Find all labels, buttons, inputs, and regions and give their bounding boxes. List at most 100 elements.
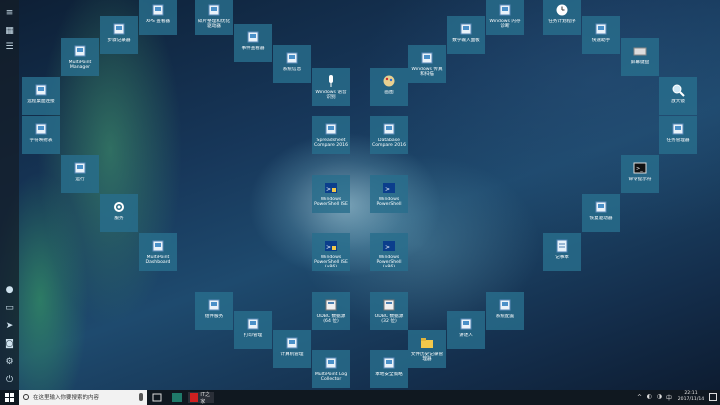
documents-icon[interactable]: ▭: [4, 303, 15, 314]
tile-label: 组件服务: [204, 314, 224, 319]
keyboard-icon: [633, 44, 647, 58]
print-management-icon: [246, 317, 260, 331]
power-icon[interactable]: ⏻: [4, 375, 15, 386]
tile-xps[interactable]: XPS 查看器: [139, 0, 177, 35]
tile-ps86[interactable]: > Windows PowerShell (x86): [370, 233, 408, 271]
hamburger-icon[interactable]: ≡: [4, 8, 15, 19]
tile-label: Windows PowerShell ISE: [314, 197, 348, 208]
photos-icon[interactable]: ◙: [4, 339, 15, 350]
search-box[interactable]: 在这里输入你要搜索的内容: [19, 390, 147, 405]
tile-sysinfo[interactable]: 系统信息: [273, 45, 311, 83]
spreadsheet-compare-icon: [324, 122, 338, 136]
powershell-icon: >: [382, 181, 396, 195]
gear-icon: [112, 200, 126, 214]
tile-charmap[interactable]: 字符映射表: [22, 116, 60, 154]
tile-label: 屏幕键盘: [630, 60, 650, 65]
tile-label: Windows 传真和扫描: [411, 67, 443, 78]
tile-label: 服务: [114, 216, 124, 221]
tile-multipoint-dashboard[interactable]: MultiPoint Dashboard: [139, 233, 177, 271]
tile-label: 本地安全策略: [375, 372, 403, 377]
search-placeholder: 在这里输入你要搜索的内容: [33, 395, 100, 401]
tile-fax[interactable]: Windows 传真和扫描: [408, 45, 446, 83]
tile-quick-assist[interactable]: 快速助手: [582, 16, 620, 54]
start-button[interactable]: [0, 390, 19, 405]
app-icon: [172, 393, 182, 402]
tile-label: 文件历史记录管理器: [410, 352, 444, 363]
tile-ps[interactable]: > Windows PowerShell: [370, 175, 408, 213]
tile-math[interactable]: 数学输入面板: [447, 16, 485, 54]
tile-print[interactable]: 打印管理: [234, 311, 272, 349]
charmap-icon: [34, 122, 48, 136]
tile-ps-ise[interactable]: > Windows PowerShell ISE: [312, 175, 350, 213]
tile-recovery[interactable]: 恢复驱动器: [582, 194, 620, 232]
tile-run[interactable]: 运行: [61, 155, 99, 193]
tile-cmd[interactable]: >_ 命令提示符: [621, 155, 659, 193]
chevron-up-icon[interactable]: ^: [637, 394, 642, 401]
tile-screen-kbd[interactable]: 屏幕键盘: [621, 38, 659, 76]
tile-media[interactable]: Windows 内存诊断: [486, 0, 524, 35]
settings-icon[interactable]: ⚙: [4, 357, 15, 368]
tile-notepad[interactable]: 记事本: [543, 233, 581, 271]
tile-event-viewer[interactable]: 事件查看器: [234, 24, 272, 62]
user-icon[interactable]: ●: [4, 285, 15, 296]
taskbar-ithome-button[interactable]: IT之家: [188, 392, 214, 405]
tile-task-scheduler[interactable]: 任务计划程序: [543, 0, 581, 35]
tile-computer-mgmt[interactable]: 计算机管理: [273, 330, 311, 368]
tile-steps[interactable]: 步骤记录器: [100, 16, 138, 54]
tile-narrator[interactable]: 讲述人: [447, 311, 485, 349]
tile-multipoint-manager[interactable]: MultiPoint Manager: [61, 38, 99, 76]
tile-ps-ise86[interactable]: > Windows PowerShell ISE (x86): [312, 233, 350, 271]
tile-voice[interactable]: Windows 语音识别: [312, 68, 350, 106]
tiles-view-icon[interactable]: ▦: [4, 26, 15, 37]
volume-icon[interactable]: ◑: [657, 393, 662, 400]
powershell-icon: >: [382, 239, 396, 253]
tile-label: Windows 内存诊断: [489, 19, 521, 30]
tile-task-manager[interactable]: 任务管理器: [659, 116, 697, 154]
tile-components[interactable]: 组件服务: [195, 292, 233, 330]
tile-magnifier[interactable]: 放大镜: [659, 77, 697, 115]
tile-label: 画图: [384, 90, 394, 95]
ime-icon[interactable]: 中: [666, 393, 672, 402]
clock-icon: [555, 3, 569, 17]
tile-file-history[interactable]: 文件历史记录管理器: [408, 330, 446, 368]
clock[interactable]: 22:11 2017/11/14: [676, 391, 706, 403]
tile-services[interactable]: 服务: [100, 194, 138, 232]
tile-local-security[interactable]: 本地安全策略: [370, 350, 408, 388]
microphone-icon[interactable]: [139, 393, 143, 401]
powershell-ise-icon: >: [324, 181, 338, 195]
taskbar-app-button[interactable]: [172, 392, 182, 403]
tile-sysconfig[interactable]: 系统配置: [486, 292, 524, 330]
clock-date: 2017/11/14: [677, 397, 705, 402]
tile-label: 放大镜: [671, 99, 685, 104]
tile-odbc32[interactable]: ODBC 数据源(32 位): [370, 292, 408, 330]
list-view-icon[interactable]: ☰: [4, 42, 15, 53]
component-services-icon: [207, 298, 221, 312]
send-icon[interactable]: ➤: [4, 321, 15, 332]
notification-icon[interactable]: [709, 393, 717, 401]
tile-paint[interactable]: 画图: [370, 68, 408, 106]
defrag-icon: [207, 3, 221, 17]
tile-odbc64[interactable]: ODBC 数据源(64 位): [312, 292, 350, 330]
remote-desktop-icon: [34, 83, 48, 97]
tile-label: 打印管理: [243, 333, 263, 338]
tile-spreadsheet[interactable]: Spreadsheet Compare 2016: [312, 116, 350, 154]
tile-label: Windows PowerShell ISE (x86): [314, 255, 348, 267]
network-icon[interactable]: ◐: [647, 393, 652, 400]
tile-label: Database Compare 2016: [372, 138, 406, 149]
tile-label: 事件查看器: [241, 46, 265, 51]
tile-defrag[interactable]: 碎片整理和优化驱动器: [195, 0, 233, 35]
log-collector-icon: [324, 356, 338, 370]
tile-label: 计算机管理: [280, 352, 304, 357]
tile-label: MultiPoint Log Collector: [314, 372, 348, 383]
tile-database[interactable]: Database Compare 2016: [370, 116, 408, 154]
search-icon: [23, 394, 29, 400]
tile-remote[interactable]: 远程桌面连接: [22, 77, 60, 115]
tile-multipoint-log[interactable]: MultiPoint Log Collector: [312, 350, 350, 388]
recovery-drive-icon: [594, 200, 608, 214]
folder-icon: [420, 336, 434, 350]
svg-text:>_: >_: [636, 166, 643, 172]
task-view-button[interactable]: [152, 392, 162, 403]
task-manager-icon: [671, 122, 685, 136]
quick-assist-icon: [594, 22, 608, 36]
xps-viewer-icon: [151, 3, 165, 17]
